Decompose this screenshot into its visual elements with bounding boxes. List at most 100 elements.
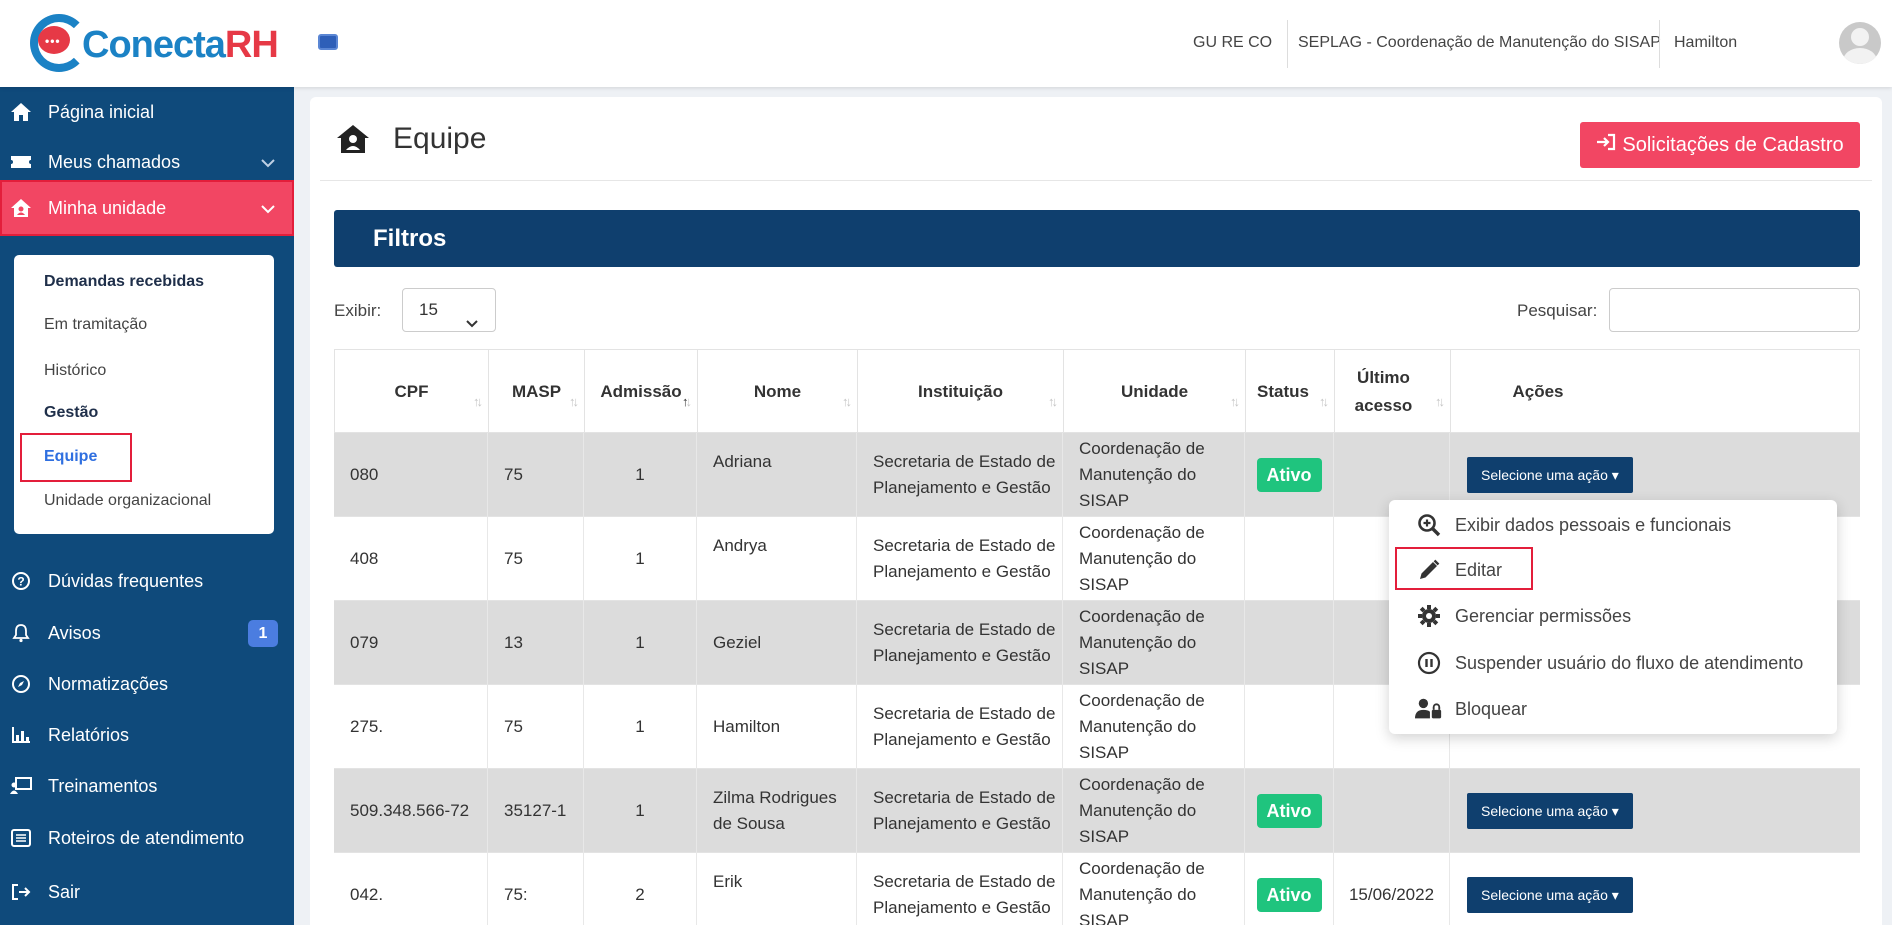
profile-short[interactable]: GU RE CO — [1193, 0, 1272, 87]
cell-instituicao: Secretaria de Estado de Planejamento e G… — [857, 517, 1063, 601]
page-title: Equipe — [393, 122, 487, 155]
bell-icon — [10, 622, 32, 644]
sidebar-item-roteiros[interactable]: Roteiros de atendimento — [0, 813, 294, 863]
sidebar-item-sair[interactable]: Sair — [0, 867, 294, 917]
sort-icon: ↑↓ — [682, 394, 692, 409]
menu-item-bloquear[interactable]: Bloquear — [1415, 694, 1527, 724]
sidebar-item-pagina-inicial[interactable]: Página inicial — [0, 87, 294, 137]
cell-ultimo-acesso — [1334, 769, 1450, 853]
sidebar-item-minha-unidade[interactable]: Minha unidade — [0, 180, 294, 236]
home-icon — [10, 101, 32, 123]
table-row[interactable]: 509.348.566-72 35127-1 1 Zilma Rodrigues… — [334, 769, 1860, 853]
menu-item-label: Gerenciar permissões — [1455, 605, 1632, 626]
cell-masp: 35127-1 — [488, 769, 584, 853]
avatar[interactable] — [1839, 22, 1881, 64]
submenu-item-unidade-organizacional[interactable]: Unidade organizacional — [44, 492, 211, 510]
exibir-label: Exibir: — [334, 301, 382, 320]
button-label: Solicitações de Cadastro — [1622, 133, 1844, 156]
cell-unidade: Coordenação de Manutenção do SISAP — [1063, 769, 1245, 853]
header-divider — [1659, 20, 1660, 68]
compass-icon — [10, 673, 32, 695]
sort-icon: ↑↓ — [842, 394, 852, 409]
cell-status — [1245, 685, 1334, 769]
cell-cpf: 042. — [334, 853, 488, 925]
sidebar-item-avisos[interactable]: Avisos 1 — [0, 608, 294, 658]
cell-instituicao: Secretaria de Estado de Planejamento e G… — [857, 601, 1063, 685]
col-status[interactable]: Status ↑↓ — [1246, 350, 1335, 434]
window-icon[interactable] — [318, 34, 338, 50]
cell-instituicao: Secretaria de Estado de Planejamento e G… — [857, 853, 1063, 925]
organization-name[interactable]: SEPLAG - Coordenação de Manutenção do SI… — [1298, 0, 1661, 87]
menu-item-label: Bloquear — [1455, 698, 1528, 719]
question-circle-icon: ? — [10, 570, 32, 592]
col-cpf[interactable]: CPF ↑↓ — [335, 350, 489, 434]
chevron-down-icon — [260, 198, 276, 219]
sidebar-item-label: Roteiros de atendimento — [48, 827, 245, 848]
cell-cpf: 408 — [334, 517, 488, 601]
submenu-item-equipe[interactable]: Equipe — [44, 448, 97, 466]
cell-admissao: 1 — [584, 517, 697, 601]
sidebar-item-relatorios[interactable]: Relatórios — [0, 710, 294, 760]
sidebar-item-label: Treinamentos — [48, 775, 158, 796]
submenu-heading-gestao: Gestão — [44, 404, 99, 421]
table-header: CPF ↑↓ MASP ↑↓ Admissão ↑↓ Nome ↑↓ Instituiç… — [334, 349, 1860, 434]
cell-status: Ativo — [1245, 769, 1334, 853]
page-size-select[interactable]: 15 — [402, 288, 496, 332]
sort-icon: ↑↓ — [1435, 394, 1445, 409]
table-row[interactable]: 042. 75: 2 Erik Secretaria de Estado de … — [334, 853, 1860, 925]
pesquisar-label: Pesquisar: — [1517, 301, 1598, 320]
sort-icon: ↑↓ — [1319, 394, 1329, 409]
cell-nome: Adriana — [697, 433, 857, 517]
menu-item-label: Suspender usuário do fluxo de atendiment… — [1455, 652, 1804, 673]
sidebar-item-label: Dúvidas frequentes — [48, 570, 204, 591]
cell-masp: 75 — [488, 517, 584, 601]
col-admissao[interactable]: Admissão ↑↓ — [585, 350, 698, 434]
sidebar-item-label: Página inicial — [48, 101, 155, 122]
col-acoes: Ações — [1512, 382, 1564, 401]
cell-instituicao: Secretaria de Estado de Planejamento e G… — [857, 433, 1063, 517]
col-masp[interactable]: MASP ↑↓ — [489, 350, 585, 434]
chevron-down-icon — [465, 303, 479, 345]
sort-icon: ↑↓ — [1048, 394, 1058, 409]
submenu-item-em-tramitacao[interactable]: Em tramitação — [44, 316, 147, 334]
pause-circle-icon — [1415, 651, 1443, 675]
user-name[interactable]: Hamilton — [1674, 0, 1737, 87]
action-dropdown-button[interactable]: Selecione uma ação ▾ — [1467, 877, 1633, 913]
divider — [320, 180, 1872, 181]
chevron-down-icon — [260, 152, 276, 173]
cell-admissao: 1 — [584, 601, 697, 685]
action-dropdown-button[interactable]: Selecione uma ação ▾ — [1467, 793, 1633, 829]
house-user-icon — [10, 197, 32, 219]
cell-acoes: Selecione uma ação ▾ — [1450, 853, 1860, 925]
cell-instituicao: Secretaria de Estado de Planejamento e G… — [857, 685, 1063, 769]
menu-item-label: Editar — [1455, 559, 1503, 580]
cell-cpf: 509.348.566-72 — [334, 769, 488, 853]
search-input[interactable] — [1609, 288, 1860, 332]
solicitacoes-cadastro-button[interactable]: Solicitações de Cadastro — [1580, 122, 1860, 168]
menu-item-editar[interactable]: Editar — [1415, 555, 1502, 585]
sort-icon: ↑↓ — [569, 394, 579, 409]
menu-item-gerenciar-permissoes[interactable]: Gerenciar permissões — [1415, 601, 1631, 631]
app-logo[interactable]: ••• ConectaRH — [30, 12, 279, 74]
menu-item-suspender-usuario[interactable]: Suspender usuário do fluxo de atendiment… — [1415, 648, 1803, 678]
status-badge: Ativo — [1256, 878, 1322, 912]
sidebar-item-treinamentos[interactable]: Treinamentos — [0, 761, 294, 811]
cell-cpf: 275. — [334, 685, 488, 769]
col-ultimo-acesso[interactable]: Último acesso ↑↓ — [1335, 350, 1451, 434]
sign-out-icon — [10, 881, 32, 903]
submenu-item-demandas-recebidas[interactable]: Demandas recebidas — [44, 273, 204, 291]
submenu-item-historico[interactable]: Histórico — [44, 362, 106, 380]
cell-admissao: 1 — [584, 433, 697, 517]
cell-instituicao: Secretaria de Estado de Planejamento e G… — [857, 769, 1063, 853]
col-unidade[interactable]: Unidade ↑↓ — [1064, 350, 1246, 434]
status-badge: Ativo — [1256, 794, 1322, 828]
cell-status — [1245, 601, 1334, 685]
search-plus-icon — [1415, 513, 1443, 537]
sidebar-item-duvidas-frequentes[interactable]: ? Dúvidas frequentes — [0, 556, 294, 606]
col-nome[interactable]: Nome ↑↓ — [698, 350, 858, 434]
col-instituicao[interactable]: Instituição ↑↓ — [858, 350, 1064, 434]
menu-item-exibir-dados[interactable]: Exibir dados pessoais e funcionais — [1415, 510, 1731, 540]
filtros-header[interactable]: Filtros — [334, 210, 1860, 267]
action-dropdown-button[interactable]: Selecione uma ação ▾ — [1467, 457, 1633, 493]
sidebar-item-normatizacoes[interactable]: Normatizações — [0, 659, 294, 709]
